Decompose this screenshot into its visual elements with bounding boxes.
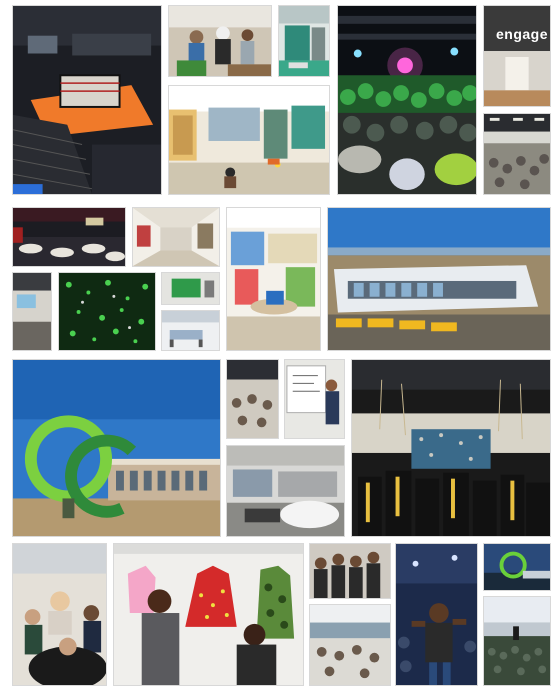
photo-students-dresses [113, 543, 304, 686]
photo-oc-logo-night [483, 543, 551, 591]
photo-oc-logo-sculpture [12, 359, 221, 537]
photo-dancing-performer [395, 543, 478, 686]
photo-auditorium-crowd [483, 596, 551, 686]
photo-lab-room [278, 5, 330, 77]
photo-classroom-wide [226, 359, 279, 439]
photo-kids-space [226, 207, 321, 351]
photo-concert-crowd [337, 5, 477, 195]
photo-engage-lobby: engage [483, 5, 551, 107]
photo-aerial-campus [327, 207, 551, 351]
photo-hallway [132, 207, 220, 267]
photo-green-screen-room [161, 272, 220, 305]
photo-meeting-room [12, 272, 52, 351]
photo-large-hall-event [483, 113, 551, 195]
photo-green-confetti [58, 272, 156, 351]
engage-sign: engage [496, 26, 549, 42]
photo-cafeteria [309, 604, 391, 686]
photo-playroom [168, 85, 330, 195]
photo-classroom-activity [168, 5, 272, 77]
photo-medical-room [161, 310, 220, 351]
photo-students-group [309, 543, 391, 599]
photo-graduation-ceremony [351, 359, 551, 537]
photo-dining-event [12, 207, 126, 267]
photo-wrestling-arena [12, 5, 162, 195]
photo-haircut [12, 543, 107, 686]
photo-whiteboard-teacher [284, 359, 345, 439]
photo-auto-shop [226, 445, 345, 537]
